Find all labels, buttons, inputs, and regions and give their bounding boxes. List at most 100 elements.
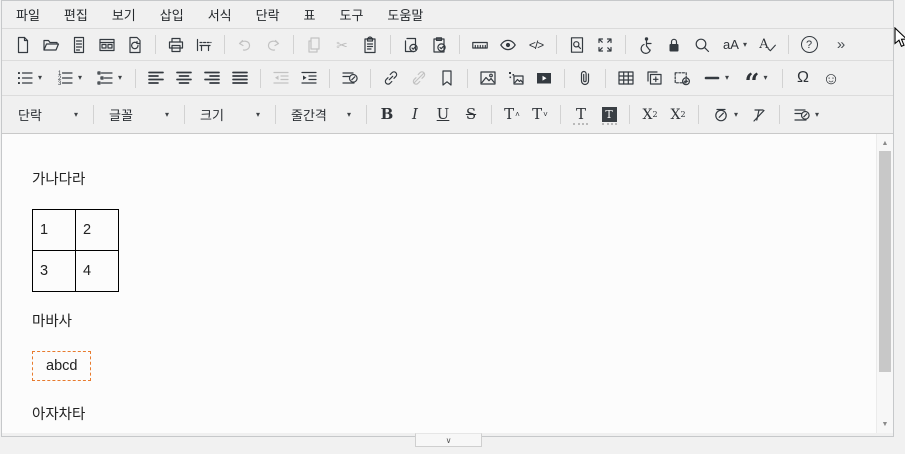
- insert-media-button[interactable]: [532, 66, 556, 90]
- superscript-button[interactable]: X 2: [638, 103, 662, 127]
- menu-format[interactable]: 서식: [196, 0, 244, 29]
- menu-view[interactable]: 보기: [100, 0, 148, 29]
- separator: [293, 35, 294, 54]
- menu-edit[interactable]: 편집: [52, 0, 100, 29]
- paragraph-2[interactable]: 마바사: [32, 310, 846, 331]
- editor-collapse-tab[interactable]: ∨: [415, 433, 482, 447]
- browser-window-button[interactable]: [95, 33, 119, 57]
- help-button[interactable]: ?: [797, 33, 821, 57]
- menu-tools[interactable]: 도구: [328, 0, 376, 29]
- caret-down-icon: ˅: [543, 110, 548, 119]
- numbered-list-button[interactable]: 123 ▾: [51, 66, 87, 90]
- insert-template-button[interactable]: [642, 66, 666, 90]
- content-table[interactable]: 1 2 3 4: [32, 209, 119, 292]
- open-file-button[interactable]: [39, 33, 63, 57]
- dashed-inline-box[interactable]: abcd: [32, 351, 91, 381]
- find-on-page-button[interactable]: [565, 33, 589, 57]
- format-lines-pen-button-2[interactable]: ▾: [788, 103, 824, 127]
- font-size-up-button[interactable]: T ˄: [500, 103, 524, 127]
- subscript-button[interactable]: X 2: [666, 103, 690, 127]
- scrollbar-thumb[interactable]: [879, 151, 891, 372]
- restore-draft-button[interactable]: [123, 33, 147, 57]
- table-cell[interactable]: 4: [76, 251, 119, 292]
- spellcheck-button[interactable]: A: [756, 33, 780, 57]
- paste-as-text-button[interactable]: [427, 33, 451, 57]
- more-toolbar-button[interactable]: »: [829, 33, 853, 57]
- cut-button[interactable]: ✂: [330, 33, 354, 57]
- background-color-button[interactable]: T: [597, 103, 621, 127]
- underline-button[interactable]: U: [431, 103, 455, 127]
- fullscreen-button[interactable]: [593, 33, 617, 57]
- outline-list-button[interactable]: ▾: [91, 66, 127, 90]
- blockquote-button[interactable]: “ ▾: [738, 66, 774, 90]
- font-family-dropdown[interactable]: 글꼴 ▾: [101, 102, 177, 128]
- ruler-button[interactable]: [468, 33, 492, 57]
- paragraph-3[interactable]: 아자차타: [32, 403, 846, 424]
- align-justify-button[interactable]: [228, 66, 252, 90]
- insert-layer-button[interactable]: [670, 66, 694, 90]
- italic-button[interactable]: I: [403, 103, 427, 127]
- bullet-list-button[interactable]: ▾: [11, 66, 47, 90]
- table-cell[interactable]: 3: [33, 251, 76, 292]
- strikethrough-button[interactable]: S: [459, 103, 483, 127]
- line-spacing-dropdown[interactable]: 줄간격 ▾: [283, 102, 359, 128]
- paragraph-style-dropdown[interactable]: 단락 ▾: [10, 102, 86, 128]
- undo-button[interactable]: [233, 33, 257, 57]
- image-icon: [479, 69, 497, 87]
- horizontal-line-button[interactable]: ▾: [698, 66, 734, 90]
- search-button[interactable]: [690, 33, 714, 57]
- paste-button[interactable]: [358, 33, 382, 57]
- copy-button[interactable]: [302, 33, 326, 57]
- insert-link-button[interactable]: [379, 66, 403, 90]
- align-center-button[interactable]: [172, 66, 196, 90]
- format-lines-pen-button[interactable]: [338, 66, 362, 90]
- source-code-button[interactable]: </>: [524, 33, 548, 57]
- outdent-button[interactable]: [269, 66, 293, 90]
- restore-draft-icon: [126, 36, 144, 54]
- select-all-button[interactable]: [399, 33, 423, 57]
- menu-insert[interactable]: 삽입: [148, 0, 196, 29]
- redo-button[interactable]: [261, 33, 285, 57]
- attach-file-button[interactable]: [573, 66, 597, 90]
- emoticon-button[interactable]: ☺: [819, 66, 843, 90]
- separator: [782, 69, 783, 88]
- insert-table-button[interactable]: [614, 66, 638, 90]
- chevron-down-icon: ▾: [347, 111, 351, 119]
- accessibility-check-button[interactable]: [634, 33, 658, 57]
- menu-bar: 파일 편집 보기 삽입 서식 단락 표 도구 도움말: [2, 1, 893, 29]
- document-template-button[interactable]: [67, 33, 91, 57]
- edit-image-button[interactable]: [504, 66, 528, 90]
- case-change-button[interactable]: aA ▾: [718, 33, 752, 57]
- menu-paragraph[interactable]: 단락: [244, 0, 292, 29]
- scroll-up-button[interactable]: ▲: [877, 136, 893, 150]
- table-cell[interactable]: 1: [33, 210, 76, 251]
- scroll-down-button[interactable]: ▼: [877, 417, 893, 431]
- lock-button[interactable]: [662, 33, 686, 57]
- font-size-down-button[interactable]: T ˅: [528, 103, 552, 127]
- page-break-button[interactable]: [192, 33, 216, 57]
- font-size-dropdown[interactable]: 크기 ▾: [192, 102, 268, 128]
- numbered-list-icon: 123: [56, 69, 74, 87]
- table-cell[interactable]: 2: [76, 210, 119, 251]
- print-button[interactable]: [164, 33, 188, 57]
- menu-table[interactable]: 표: [292, 0, 328, 29]
- paragraph-1[interactable]: 가나다라: [32, 168, 846, 189]
- align-left-button[interactable]: [144, 66, 168, 90]
- unlink-button[interactable]: [407, 66, 431, 90]
- bookmark-button[interactable]: [435, 66, 459, 90]
- special-character-button[interactable]: Ω: [791, 66, 815, 90]
- draw-pen-button[interactable]: ▾: [707, 103, 743, 127]
- insert-image-button[interactable]: [476, 66, 500, 90]
- bold-button[interactable]: B: [375, 103, 399, 127]
- text-color-button[interactable]: T: [569, 103, 593, 127]
- menu-help[interactable]: 도움말: [375, 0, 435, 29]
- editable-area[interactable]: 가나다라 1 2 3 4 마바사 abcd 아자차타: [2, 134, 876, 433]
- indent-button[interactable]: [297, 66, 321, 90]
- toolbar-row-2: ▾ 123 ▾ ▾: [2, 61, 893, 96]
- clear-formatting-button[interactable]: [747, 103, 771, 127]
- align-right-button[interactable]: [200, 66, 224, 90]
- new-document-button[interactable]: [11, 33, 35, 57]
- preview-button[interactable]: [496, 33, 520, 57]
- vertical-scrollbar[interactable]: ▲ ▼: [876, 134, 893, 433]
- menu-file[interactable]: 파일: [4, 0, 52, 29]
